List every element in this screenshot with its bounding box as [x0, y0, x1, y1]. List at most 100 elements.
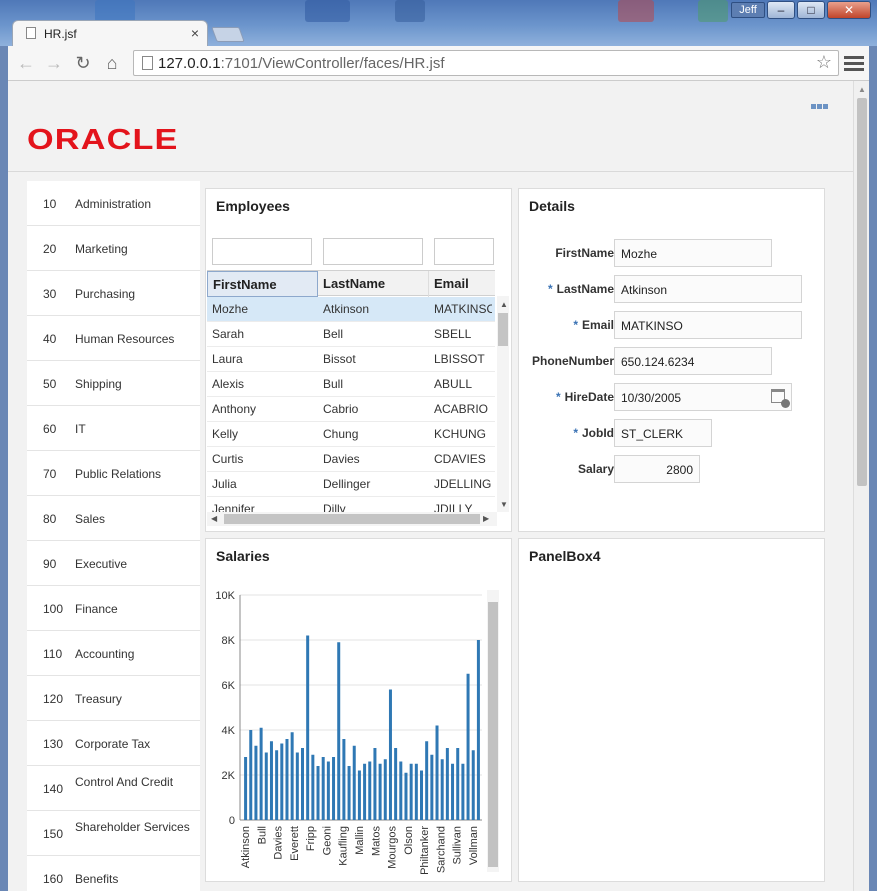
salary-bar[interactable]	[321, 757, 325, 820]
salary-bar[interactable]	[471, 750, 475, 820]
salary-bar[interactable]	[342, 739, 346, 820]
salary-bar[interactable]	[440, 759, 444, 820]
hiredate-field[interactable]: 10/30/2005	[614, 383, 792, 411]
browser-menu-icon[interactable]	[844, 53, 864, 74]
salary-bar[interactable]	[394, 748, 398, 820]
salary-bar[interactable]	[363, 763, 367, 820]
salary-bar[interactable]	[404, 772, 408, 820]
department-item[interactable]: 110 Accounting	[27, 631, 200, 676]
salary-bar[interactable]	[306, 635, 310, 821]
department-item[interactable]: 120 Treasury	[27, 676, 200, 721]
salary-bar[interactable]	[352, 745, 356, 820]
salary-bar[interactable]	[280, 743, 284, 821]
address-bar[interactable]: 127.0.0.1:7101/ViewController/faces/HR.j…	[133, 50, 839, 76]
salary-bar[interactable]	[388, 689, 392, 821]
filter-lastname-input[interactable]	[323, 238, 423, 265]
department-item[interactable]: 100 Finance	[27, 586, 200, 631]
column-header-email[interactable]: Email	[429, 271, 495, 297]
salary-bar[interactable]	[244, 757, 248, 820]
department-item[interactable]: 10 Administration	[27, 181, 200, 226]
salary-bar[interactable]	[476, 640, 480, 820]
salary-bar[interactable]	[445, 748, 449, 820]
chart-vertical-scrollbar[interactable]	[487, 590, 499, 872]
page-vertical-scrollbar[interactable]: ▲	[853, 81, 869, 891]
salary-bar[interactable]	[332, 757, 336, 820]
salary-bar[interactable]	[378, 763, 382, 820]
more-options-icon[interactable]	[811, 98, 831, 109]
maximize-button[interactable]: □	[797, 1, 825, 19]
salary-bar[interactable]	[311, 754, 315, 820]
salary-bar[interactable]	[357, 770, 361, 821]
table-horizontal-scrollbar[interactable]: ◀ ▶	[207, 512, 497, 526]
column-header-lastname[interactable]: LastName	[318, 271, 429, 297]
table-row[interactable]: Julia Dellinger JDELLING	[207, 472, 495, 497]
salary-bar[interactable]	[430, 754, 434, 820]
jobid-field[interactable]: ST_CLERK	[614, 419, 712, 447]
calendar-icon[interactable]	[771, 389, 790, 408]
salary-bar[interactable]	[466, 673, 470, 820]
salary-bar[interactable]	[285, 739, 289, 820]
salary-bar[interactable]	[269, 741, 273, 820]
new-tab-button[interactable]	[211, 27, 245, 42]
salary-bar[interactable]	[264, 752, 268, 821]
column-header-firstname[interactable]: FirstName	[207, 271, 318, 297]
department-item[interactable]: 140 Control And Credit	[27, 766, 200, 811]
salary-bar[interactable]	[420, 770, 423, 821]
salary-bar[interactable]	[373, 748, 377, 820]
lastname-field[interactable]: Atkinson	[614, 275, 802, 303]
salary-bar[interactable]	[414, 763, 418, 820]
salary-bar[interactable]	[399, 761, 403, 821]
salary-bar[interactable]	[347, 766, 351, 820]
salary-bar[interactable]	[337, 642, 341, 820]
close-tab-icon[interactable]: ×	[191, 25, 199, 41]
salary-field[interactable]: 2800	[614, 455, 700, 483]
salary-bar[interactable]	[383, 759, 387, 820]
salary-bar[interactable]	[435, 725, 439, 821]
table-row[interactable]: Anthony Cabrio ACABRIO	[207, 397, 495, 422]
phonenumber-field[interactable]: 650.124.6234	[614, 347, 772, 375]
salary-bar[interactable]	[409, 763, 413, 820]
table-row[interactable]: Sarah Bell SBELL	[207, 322, 495, 347]
department-item[interactable]: 70 Public Relations	[27, 451, 200, 496]
salary-bar[interactable]	[456, 748, 460, 820]
table-vertical-scrollbar[interactable]: ▲ ▼	[497, 296, 509, 512]
department-item[interactable]: 50 Shipping	[27, 361, 200, 406]
department-item[interactable]: 150 Shareholder Services	[27, 811, 200, 856]
reload-icon[interactable]: ↻	[71, 51, 95, 75]
department-item[interactable]: 30 Purchasing	[27, 271, 200, 316]
bookmark-star-icon[interactable]: ☆	[816, 52, 832, 73]
salary-bar[interactable]	[326, 761, 330, 821]
department-item[interactable]: 160 Benefits	[27, 856, 200, 891]
salary-bar[interactable]	[461, 763, 465, 820]
close-window-button[interactable]: ✕	[827, 1, 871, 19]
table-row[interactable]: Kelly Chung KCHUNG	[207, 422, 495, 447]
user-chip[interactable]: Jeff	[731, 2, 765, 18]
salary-bar[interactable]	[425, 741, 429, 820]
forward-icon[interactable]: →	[42, 51, 66, 75]
department-item[interactable]: 130 Corporate Tax	[27, 721, 200, 766]
salary-bar[interactable]	[368, 761, 372, 821]
filter-email-input[interactable]	[434, 238, 494, 265]
salary-bar[interactable]	[316, 766, 320, 820]
salary-bar[interactable]	[290, 732, 294, 820]
salary-bar[interactable]	[254, 745, 258, 820]
department-item[interactable]: 90 Executive	[27, 541, 200, 586]
filter-firstname-input[interactable]	[212, 238, 312, 265]
minimize-button[interactable]: –	[767, 1, 795, 19]
browser-tab[interactable]: HR.jsf ×	[12, 20, 208, 46]
salary-bar[interactable]	[249, 730, 253, 820]
url-text[interactable]: 127.0.0.1:7101/ViewController/faces/HR.j…	[158, 55, 445, 72]
department-item[interactable]: 40 Human Resources	[27, 316, 200, 361]
home-icon[interactable]: ⌂	[100, 51, 124, 75]
salary-bar[interactable]	[301, 748, 304, 820]
firstname-field[interactable]: Mozhe	[614, 239, 772, 267]
table-row[interactable]: Alexis Bull ABULL	[207, 372, 495, 397]
salary-bar[interactable]	[275, 750, 279, 820]
table-row[interactable]: Curtis Davies CDAVIES	[207, 447, 495, 472]
table-row[interactable]: Mozhe Atkinson MATKINSO	[207, 297, 495, 322]
email-field[interactable]: MATKINSO	[614, 311, 802, 339]
salary-bar[interactable]	[295, 752, 299, 821]
salary-bar[interactable]	[259, 727, 263, 820]
department-item[interactable]: 60 IT	[27, 406, 200, 451]
department-item[interactable]: 20 Marketing	[27, 226, 200, 271]
